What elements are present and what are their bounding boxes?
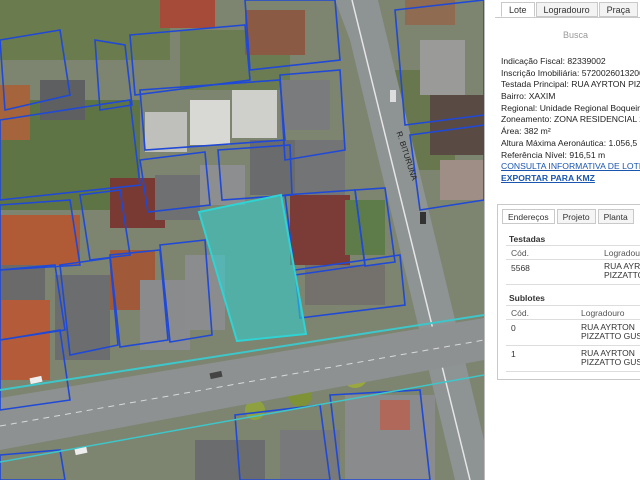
field-bairro: Bairro: XAXIM [501,91,556,102]
details-box: Endereços Projeto Planta Testadas Cód. L… [497,204,640,380]
tab-lote[interactable]: Lote [501,2,535,17]
field-zoneamento: Zoneamento: ZONA RESIDENCIAL 2 [501,114,640,125]
consulta-informativa-link[interactable]: CONSULTA INFORMATIVA DE LOTE [501,161,640,173]
details-tabs: Endereços Projeto Planta [502,209,636,224]
panel-tabs: Lote Logradouro Praça [501,2,639,18]
tab-praca[interactable]: Praça [598,2,639,17]
field-referencia-nivel: Referência Nível: 916,51 m [501,149,606,160]
tab-enderecos[interactable]: Endereços [502,209,555,224]
tab-logradouro[interactable]: Logradouro [535,2,598,17]
field-testada-principal: Testada Principal: RUA AYRTON PIZZATTO G… [501,79,640,90]
field-area: Área: 382 m² [501,126,551,137]
map-view[interactable]: R. BITURUNA [0,0,484,480]
search-button[interactable]: Busca [563,30,588,40]
sublotes-table: Cód. Logradouro 0 RUA AYRTON PIZZATTO GU… [506,305,640,372]
testadas-title: Testadas [509,234,546,244]
table-header: Cód. Logradouro [506,246,640,260]
field-regional: Regional: Unidade Regional Boqueirão [501,102,640,113]
table-header: Cód. Logradouro [506,306,640,320]
field-altura-maxima: Altura Máxima Aeronáutica: 1.056,5 [501,137,638,148]
tab-planta[interactable]: Planta [597,209,634,224]
table-row[interactable]: 5568 RUA AYRTON PIZZATTO [506,260,640,285]
info-panel: Lote Logradouro Praça Busca Indicação Fi… [484,0,640,480]
table-row[interactable]: 0 RUA AYRTON PIZZATTO GUSI [506,320,640,346]
field-indicacao-fiscal: Indicação Fiscal: 82339002 [501,56,606,66]
exportar-kmz-link[interactable]: EXPORTAR PARA KMZ [501,173,640,185]
tab-projeto[interactable]: Projeto [556,209,596,224]
tab-divider [495,17,640,18]
table-row[interactable]: 1 RUA AYRTON PIZZATTO GUSI [506,346,640,372]
aerial-map[interactable]: R. BITURUNA [0,0,484,480]
testadas-table: Cód. Logradouro 5568 RUA AYRTON PIZZATTO [506,245,640,285]
lot-info: Indicação Fiscal: 82339002 Inscrição Imo… [501,56,640,185]
field-inscricao-imobiliaria: Inscrição Imobiliária: 57200260132000 [501,67,640,78]
sublotes-title: Sublotes [509,293,545,303]
